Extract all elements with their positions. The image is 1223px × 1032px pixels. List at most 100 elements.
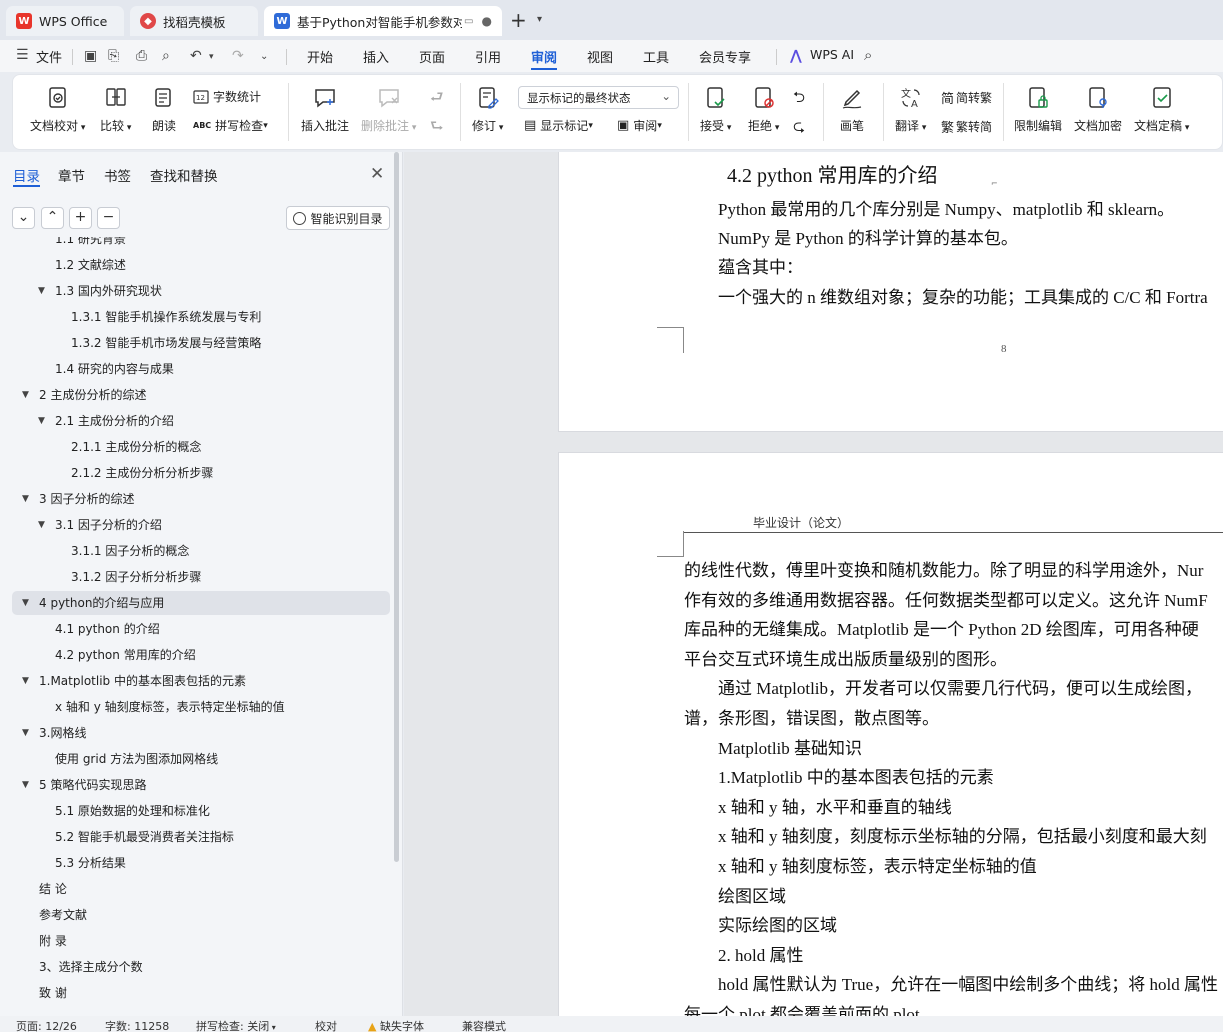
toc-item[interactable]: 3.1.1 因子分析的概念: [12, 539, 390, 563]
expand-arrow-icon[interactable]: ▼: [38, 409, 45, 433]
next-comment-icon[interactable]: ⮑: [430, 116, 444, 141]
menu-insert[interactable]: 插入: [363, 47, 389, 66]
toc-item[interactable]: 5.3 分析结果: [12, 851, 390, 875]
toc-item[interactable]: 3.1.2 因子分析分析步骤: [12, 565, 390, 589]
accept-button[interactable]: 接受 ▾: [700, 85, 731, 134]
menu-view[interactable]: 视图: [587, 47, 613, 66]
menu-review[interactable]: 审阅: [531, 47, 557, 66]
restrict-edit-button[interactable]: 限制编辑: [1014, 85, 1062, 134]
doc-proofread-button[interactable]: 文档校对 ▾: [30, 85, 85, 134]
nav-tab-find-replace[interactable]: 查找和替换: [150, 165, 218, 185]
expand-arrow-icon[interactable]: ▼: [22, 669, 29, 693]
missing-font-status[interactable]: ▲ 缺失字体: [368, 1018, 424, 1032]
toc-item[interactable]: 1.1 研究背景: [12, 237, 390, 251]
toc-item[interactable]: 2.1.1 主成份分析的概念: [12, 435, 390, 459]
encrypt-button[interactable]: 文档加密: [1074, 85, 1122, 134]
document-canvas[interactable]: 4.2 python 常用库的介绍 ⌐ Python 最常用的几个库分别是 Nu…: [404, 152, 1223, 1016]
toc-item[interactable]: ▼ 5 策略代码实现思路: [12, 773, 390, 797]
compare-button[interactable]: 比较 ▾: [100, 85, 131, 134]
translate-button[interactable]: 文A 翻译 ▾: [895, 85, 926, 134]
read-aloud-button[interactable]: 朗读: [151, 85, 177, 134]
expand-arrow-icon[interactable]: ▼: [22, 591, 29, 615]
menu-home[interactable]: 开始: [307, 47, 333, 66]
proofread-status[interactable]: 校对: [315, 1018, 337, 1032]
toc-item[interactable]: 致 谢: [12, 981, 390, 1005]
tab-docer-templates[interactable]: ◆ 找稻壳模板: [130, 6, 258, 36]
menu-page[interactable]: 页面: [419, 47, 445, 66]
toc-item[interactable]: ▼ 1.Matplotlib 中的基本图表包括的元素: [12, 669, 390, 693]
toc-item[interactable]: 使用 grid 方法为图添加网格线: [12, 747, 390, 771]
tab-unsaved-dot-icon[interactable]: ●: [481, 14, 491, 28]
undo-icon[interactable]: ↶: [190, 48, 202, 64]
toc-item[interactable]: 1.3.1 智能手机操作系统发展与专利: [12, 305, 390, 329]
toc-item[interactable]: 5.1 原始数据的处理和标准化: [12, 799, 390, 823]
expand-arrow-icon[interactable]: ▼: [22, 773, 29, 797]
tab-current-document[interactable]: W 基于Python对智能手机参数对 ▭ ●: [264, 6, 502, 36]
toc-item[interactable]: 参考文献: [12, 903, 390, 927]
menu-tools[interactable]: 工具: [643, 47, 669, 66]
menu-membership[interactable]: 会员专享: [699, 47, 751, 66]
remove-heading-button[interactable]: −: [97, 207, 120, 229]
toc-item[interactable]: ▼ 4 python的介绍与应用: [12, 591, 390, 615]
nav-tab-toc[interactable]: 目录: [13, 165, 40, 185]
next-change-icon[interactable]: ⮎: [793, 116, 805, 141]
expand-arrow-icon[interactable]: ▼: [22, 383, 29, 407]
track-changes-button[interactable]: 修订 ▾: [472, 85, 503, 134]
word-count-indicator[interactable]: 字数: 11258: [105, 1018, 169, 1032]
reject-button[interactable]: 拒绝 ▾: [748, 85, 779, 134]
nav-tab-bookmarks[interactable]: 书签: [104, 165, 131, 185]
close-icon[interactable]: ✕: [370, 164, 384, 184]
expand-arrow-icon[interactable]: ▼: [38, 513, 45, 537]
menu-wps-ai[interactable]: WPS AI: [810, 47, 854, 62]
toc-item[interactable]: 附 录: [12, 929, 390, 953]
review-pane-button[interactable]: ▣ 审阅 ▾: [617, 117, 662, 134]
page-indicator[interactable]: 页面: 12/26: [16, 1018, 77, 1032]
save-icon[interactable]: ▣: [84, 48, 97, 64]
expand-arrow-icon[interactable]: ▼: [22, 487, 29, 511]
undo-dropdown-icon[interactable]: ▾: [209, 52, 214, 62]
toc-item[interactable]: ▼ 3.1 因子分析的介绍: [12, 513, 390, 537]
new-tab-plus-icon[interactable]: +: [510, 10, 527, 30]
toc-item[interactable]: 1.2 文献综述: [12, 253, 390, 277]
tab-wps-office[interactable]: W WPS Office: [6, 6, 124, 36]
print-preview-icon[interactable]: ⌕: [162, 48, 170, 64]
toc-item[interactable]: 5.2 智能手机最受消费者关注指标: [12, 825, 390, 849]
expand-arrow-icon[interactable]: ▼: [38, 279, 45, 303]
redo-icon[interactable]: ↷: [232, 48, 244, 64]
finalize-button[interactable]: 文档定稿 ▾: [1134, 85, 1189, 134]
toc-item[interactable]: 3、选择主成分个数: [12, 955, 390, 979]
toc-item[interactable]: 1.4 研究的内容与成果: [12, 357, 390, 381]
toc-item[interactable]: 1.3.2 智能手机市场发展与经营策略: [12, 331, 390, 355]
expand-all-button[interactable]: ⌄: [12, 207, 35, 229]
previous-comment-icon[interactable]: ⮐: [430, 87, 444, 112]
traditional-to-simplified-button[interactable]: 繁 繁转简: [941, 117, 992, 136]
spell-check-status[interactable]: 拼写检查: 关闭 ▾: [196, 1018, 276, 1032]
more-dropdown-icon[interactable]: ⌄: [260, 51, 268, 62]
insert-comment-button[interactable]: 插入批注: [301, 85, 349, 134]
add-heading-button[interactable]: +: [69, 207, 92, 229]
markup-state-select[interactable]: 显示标记的最终状态 ⌄: [518, 86, 679, 109]
nav-tab-chapters[interactable]: 章节: [58, 165, 85, 185]
toc-item[interactable]: 2.1.2 主成份分析分析步骤: [12, 461, 390, 485]
toc-item[interactable]: 结 论: [12, 877, 390, 901]
toc-item[interactable]: ▼ 3.网格线: [12, 721, 390, 745]
toc-item[interactable]: x 轴和 y 轴刻度标签，表示特定坐标轴的值: [12, 695, 390, 719]
nav-scrollbar[interactable]: [394, 152, 399, 862]
print-icon[interactable]: ⎙: [136, 48, 147, 64]
menu-references[interactable]: 引用: [475, 47, 501, 66]
toc-item[interactable]: ▼ 2.1 主成份分析的介绍: [12, 409, 390, 433]
toc-item[interactable]: ▼ 1.3 国内外研究现状: [12, 279, 390, 303]
pen-button[interactable]: 画笔: [839, 85, 865, 134]
show-markup-button[interactable]: ▤ 显示标记 ▾: [524, 117, 593, 134]
collapse-all-button[interactable]: ⌃: [41, 207, 64, 229]
delete-comment-button[interactable]: 删除批注 ▾: [361, 85, 416, 134]
smart-toc-button[interactable]: 智能识别目录: [286, 206, 390, 230]
toc-item[interactable]: ▼ 3 因子分析的综述: [12, 487, 390, 511]
previous-change-icon[interactable]: ⮌: [793, 87, 805, 112]
spell-check-button[interactable]: ABC 拼写检查 ▾: [193, 117, 268, 134]
compat-mode-status[interactable]: 兼容模式: [462, 1018, 506, 1032]
menu-file[interactable]: 文件: [36, 47, 62, 66]
toc-item[interactable]: 4.1 python 的介绍: [12, 617, 390, 641]
word-count-button[interactable]: 12 字数统计: [193, 88, 261, 105]
monitor-icon[interactable]: ▭: [464, 16, 473, 27]
